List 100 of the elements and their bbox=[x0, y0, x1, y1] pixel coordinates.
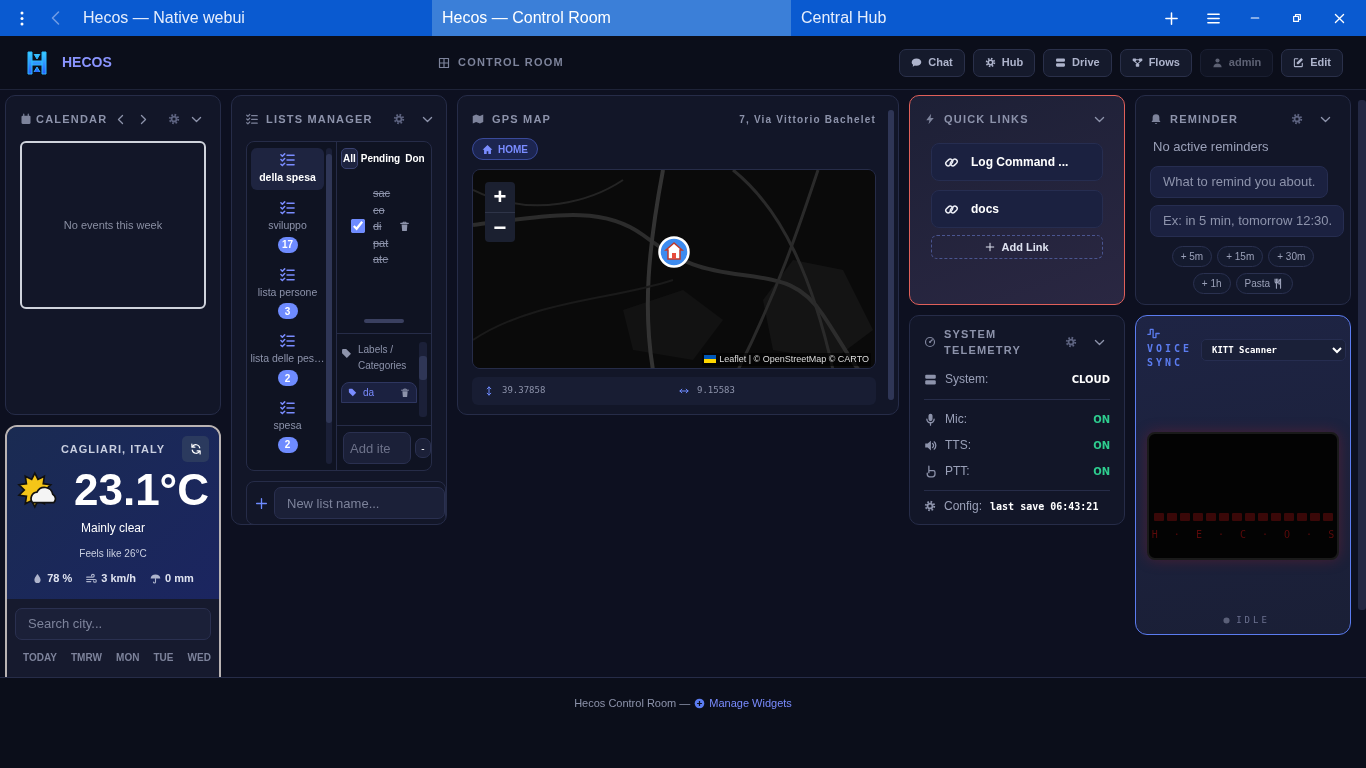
empty-message: No events this week bbox=[63, 217, 163, 233]
browser-tab[interactable]: Central Hub bbox=[791, 0, 1150, 36]
scanner-text: H · E · C · O · S bbox=[1151, 528, 1335, 542]
header-button[interactable]: Drive bbox=[1043, 48, 1112, 77]
checkbox[interactable] bbox=[351, 219, 365, 234]
page-title: CONTROL ROOM bbox=[458, 55, 564, 71]
plus-circle-icon bbox=[694, 697, 706, 709]
header-button[interactable]: Hub bbox=[972, 48, 1036, 77]
footer-text: Hecos Control Room — bbox=[574, 696, 691, 711]
user-icon bbox=[1211, 57, 1223, 68]
quick-time-chip[interactable]: + 30m bbox=[1268, 245, 1315, 267]
status-value: ON bbox=[1093, 438, 1110, 453]
widget-title: QUICK LINKS bbox=[944, 111, 1029, 127]
microphone-icon bbox=[924, 412, 937, 426]
list-item[interactable]: spesa 2 bbox=[251, 396, 324, 457]
bell-icon bbox=[1150, 113, 1162, 125]
reminder-text-field[interactable]: What to remind you about. bbox=[1150, 165, 1328, 198]
list-item[interactable]: sviluppo 17 bbox=[251, 195, 324, 257]
quick-time-chip[interactable]: Pasta bbox=[1235, 272, 1294, 294]
widget-title: GPS MAP bbox=[492, 111, 552, 127]
section-title: Labels / Categories bbox=[358, 343, 408, 373]
add-link-button[interactable]: Add Link bbox=[931, 235, 1103, 259]
checklist-icon bbox=[280, 199, 295, 215]
tag-chip[interactable]: da bbox=[341, 382, 417, 403]
gear-icon bbox=[392, 113, 405, 125]
home-button[interactable]: HOME bbox=[472, 138, 538, 160]
filter-tab[interactable]: All bbox=[341, 148, 358, 169]
status-label: Config: bbox=[944, 498, 983, 515]
gauge-icon bbox=[924, 336, 936, 348]
quick-time-chip[interactable]: + 5m bbox=[1171, 245, 1213, 267]
dots-icon bbox=[20, 10, 24, 26]
close-icon bbox=[1332, 11, 1346, 25]
up-down-arrow-icon bbox=[484, 386, 494, 396]
day-tab[interactable]: TMRW bbox=[71, 649, 102, 665]
resize-handle[interactable] bbox=[364, 319, 404, 323]
address: 7, Via Vittorio Bachelet bbox=[739, 112, 876, 127]
header-button[interactable]: Flows bbox=[1119, 48, 1192, 77]
count-badge: 3 bbox=[277, 303, 298, 320]
quick-link[interactable]: docs bbox=[931, 190, 1103, 228]
widget-title: REMINDER bbox=[1170, 111, 1239, 127]
status-label: Mic: bbox=[945, 411, 967, 428]
config-value: last save 06:43:21 bbox=[990, 499, 1099, 514]
empty-message: No active reminders bbox=[1152, 138, 1270, 156]
status-label: System: bbox=[945, 371, 989, 388]
browser-tab[interactable]: Hecos — Control Room bbox=[432, 0, 791, 36]
status-value: ON bbox=[1093, 464, 1110, 479]
browser-tab[interactable]: Hecos — Native webui bbox=[73, 0, 432, 36]
status-dot bbox=[1223, 617, 1231, 625]
widget-title: SYSTEM TELEMETRY bbox=[944, 327, 1022, 358]
weather-stat: 78 % bbox=[47, 571, 73, 586]
plus-icon bbox=[1163, 10, 1179, 26]
quick-link[interactable]: Log Command ... bbox=[931, 143, 1103, 181]
reminder-time-field[interactable]: Ex: in 5 min, tomorrow 12:30. bbox=[1150, 204, 1344, 237]
plus-icon bbox=[255, 496, 268, 510]
gear-icon bbox=[168, 113, 180, 125]
waveform-icon bbox=[1147, 327, 1160, 340]
filter-tab[interactable]: Don bbox=[403, 148, 427, 169]
filter-tab[interactable]: Pending bbox=[358, 148, 403, 169]
quick-time-chip[interactable]: + 1h bbox=[1192, 272, 1231, 294]
quick-time-chip[interactable]: + 15m bbox=[1217, 245, 1264, 267]
zoom-out-button[interactable]: − bbox=[485, 212, 515, 242]
trash-icon bbox=[400, 387, 410, 398]
refresh-icon bbox=[189, 443, 202, 455]
restore-icon bbox=[1291, 12, 1303, 24]
zoom-in-button[interactable]: + bbox=[485, 182, 515, 212]
manage-widgets-link[interactable]: Manage Widgets bbox=[694, 695, 792, 712]
sun-cloud-icon bbox=[17, 471, 59, 509]
temperature: 23.1°C bbox=[74, 468, 209, 512]
day-tab[interactable]: TODAY bbox=[23, 649, 57, 665]
widget-title: LISTS MANAGER bbox=[266, 111, 373, 127]
home-icon bbox=[482, 143, 493, 155]
server-icon bbox=[1055, 57, 1067, 68]
checklist-icon bbox=[280, 266, 295, 282]
checklist-icon bbox=[280, 152, 295, 167]
day-tab[interactable]: MON bbox=[116, 649, 140, 665]
add-item-button[interactable]: - bbox=[415, 438, 431, 458]
mode-select[interactable]: KITT Scanner bbox=[1201, 339, 1346, 361]
feels-like: Feels like 26°C bbox=[78, 547, 148, 561]
search-field[interactable]: Search city... bbox=[15, 607, 211, 640]
widget-title: CALENDAR bbox=[36, 111, 108, 127]
status-value: CLOUD bbox=[1071, 372, 1110, 387]
brand-name: HECOS bbox=[62, 53, 112, 72]
checklist-icon bbox=[280, 400, 295, 415]
flag-icon bbox=[704, 355, 717, 364]
chat-icon bbox=[911, 57, 923, 68]
refresh-button[interactable] bbox=[182, 436, 209, 462]
header-button[interactable]: Chat bbox=[899, 48, 965, 77]
header-button[interactable]: Edit bbox=[1281, 48, 1343, 77]
coordinate: 39.37858 bbox=[502, 384, 546, 398]
list-item[interactable]: lista delle pes… 2 bbox=[251, 329, 324, 390]
new-list-field[interactable]: New list name... bbox=[274, 487, 445, 519]
delete-button[interactable] bbox=[399, 220, 410, 232]
widget-title: VOICE SYNC bbox=[1147, 342, 1191, 370]
gear-icon bbox=[924, 500, 936, 512]
add-item-field[interactable]: Add ite bbox=[343, 432, 411, 464]
day-tab[interactable]: WED bbox=[187, 649, 211, 665]
list-item[interactable]: della spesa bbox=[251, 148, 324, 190]
day-tab[interactable]: TUE bbox=[153, 649, 174, 665]
list-item[interactable]: lista persone 3 bbox=[251, 262, 324, 324]
tag-icon bbox=[348, 388, 357, 397]
